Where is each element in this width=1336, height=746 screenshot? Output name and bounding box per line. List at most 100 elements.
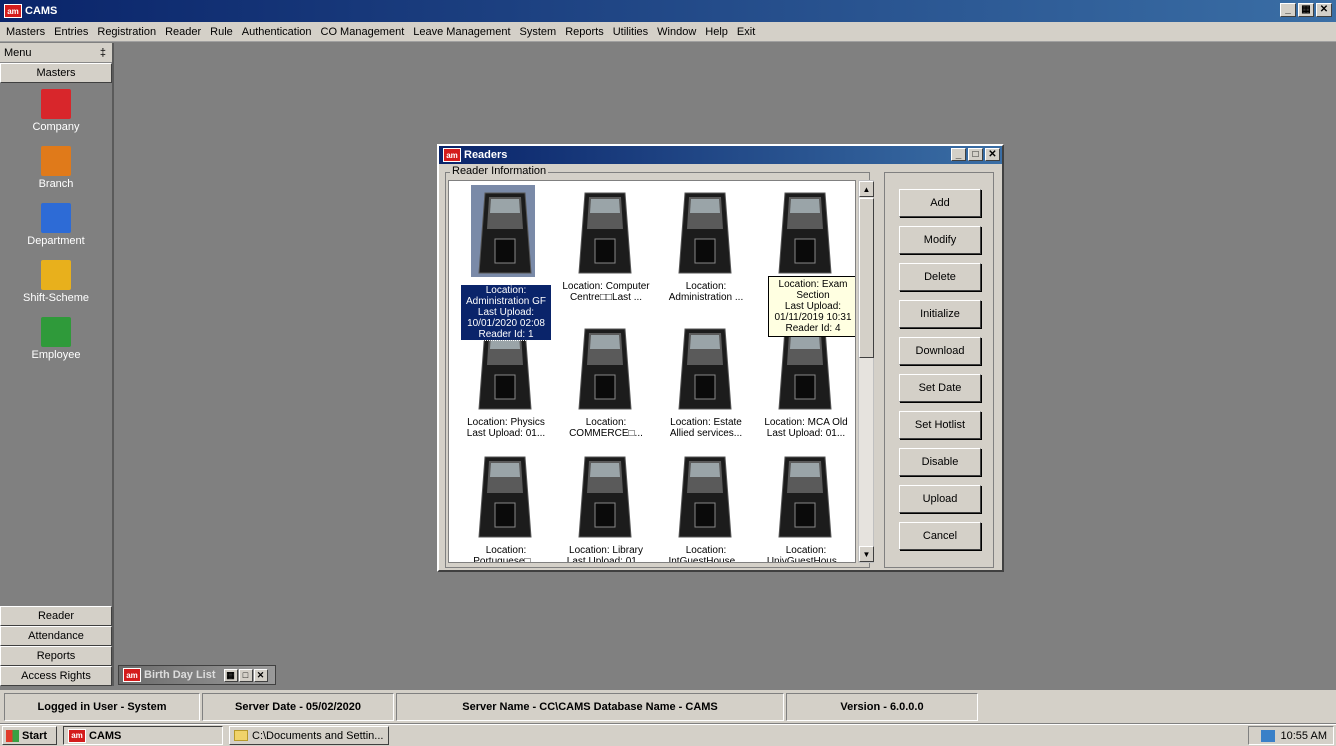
reader-caption: Location: COMMERCE□... [569,417,643,439]
reader-item[interactable]: Location: MCA Old Last Upload: 01... [757,325,855,455]
menu-item-entries[interactable]: Entries [54,26,88,38]
menu-item-system[interactable]: System [520,26,557,38]
menu-bar: Masters Entries Registration Reader Rule Auth… [0,22,1336,42]
reader-item[interactable]: Location: Library Last Upload: 01... [557,453,655,562]
biometric-reader-icon [575,189,635,277]
menu-item-reader[interactable]: Reader [165,26,201,38]
reader-item[interactable]: Location: COMMERCE□... [557,325,655,455]
menu-item-rule[interactable]: Rule [210,26,233,38]
folder-icon [234,730,248,741]
system-tray: 10:55 AM [1248,726,1334,745]
reader-caption: Location: Computer Centre□□Last ... [562,281,650,303]
reader-item[interactable]: Location: Computer Centre□□Last ... [557,189,655,319]
download-button[interactable]: Download [899,337,981,365]
reader-caption: Location: Administration ... [668,281,744,303]
readers-title: Readers [464,149,508,161]
reader-item[interactable]: Location: IntGuestHouse... [657,453,755,563]
close-button[interactable]: ✕ [1316,3,1332,17]
birthday-title: Birth Day List [144,669,216,681]
start-button[interactable]: Start [2,726,57,745]
menu-item-help[interactable]: Help [705,26,728,38]
sidebar-tab-access-rights[interactable]: Access Rights [0,666,112,686]
reader-list-scrollbar[interactable]: ▲ ▼ [858,180,874,563]
scroll-thumb[interactable] [859,198,874,358]
readers-maximize-button[interactable]: □ [968,148,983,161]
reader-caption: Location: Physics Last Upload: 01... [466,417,546,439]
app-titlebar: am CAMS _ ▦ ✕ [0,0,1336,22]
reader-caption: Location: Estate Allied services... [669,417,743,439]
minimize-button[interactable]: _ [1280,3,1296,17]
reader-tooltip: Location: Exam Section Last Upload: 01/1… [768,276,855,337]
set-hotlist-button[interactable]: Set Hotlist [899,411,981,439]
readers-minimize-button[interactable]: _ [951,148,966,161]
status-bar: Logged in User - System Server Date - 05… [0,690,1336,723]
birthday-list-window[interactable]: am Birth Day List ▦ □ ✕ [118,665,276,685]
birthday-restore-button[interactable]: ▦ [223,668,238,682]
sidebar-item-shift-scheme[interactable]: Shift-Scheme [0,260,112,317]
sidebar-item-company[interactable]: Company [0,89,112,146]
menu-item-leave-management[interactable]: Leave Management [413,26,510,38]
reader-item[interactable]: Location: Administration GF Last Upload:… [457,185,555,341]
reader-caption: Location: MCA Old Last Upload: 01... [764,417,848,439]
sidebar-tab-attendance[interactable]: Attendance [0,626,112,646]
menu-item-registration[interactable]: Registration [97,26,156,38]
sidebar-item-label: Shift-Scheme [22,292,90,304]
sidebar-tab-reports[interactable]: Reports [0,646,112,666]
reader-item[interactable]: Location: UnivGuestHous... [757,453,855,563]
network-icon[interactable] [1260,729,1275,742]
pin-icon[interactable]: ‡ [100,47,106,59]
menu-item-authentication[interactable]: Authentication [242,26,312,38]
readers-titlebar[interactable]: am Readers _ □ ✕ [439,146,1002,164]
readers-logo-icon: am [443,148,461,162]
menu-item-window[interactable]: Window [657,26,696,38]
sidebar-item-label: Department [27,235,85,247]
reader-caption: Location: UnivGuestHous... [766,545,846,563]
reader-item[interactable]: Location: Portuguese□... [457,453,555,562]
sidebar-item-department[interactable]: Department [0,203,112,260]
clock: 10:55 AM [1280,729,1327,742]
biometric-reader-icon [475,189,535,277]
menu-item-masters[interactable]: Masters [6,26,45,38]
delete-button[interactable]: Delete [899,263,981,291]
reader-item[interactable]: Location: Administration ... [657,189,755,319]
disable-button[interactable]: Disable [899,448,981,476]
menu-item-utilities[interactable]: Utilities [613,26,648,38]
status-server-date: Server Date - 05/02/2020 [202,692,394,721]
sidebar-header-label: Menu [4,46,32,59]
app-title: CAMS [25,5,58,17]
menu-item-reports[interactable]: Reports [565,26,604,38]
status-user: Logged in User - System [4,692,200,721]
set-date-button[interactable]: Set Date [899,374,981,402]
task-explorer[interactable]: C:\Documents and Settin... [229,726,389,745]
sidebar-item-label: Employee [31,349,81,361]
biometric-reader-icon [475,453,535,541]
biometric-reader-icon [775,453,835,541]
reader-caption: Location: IntGuestHouse... [668,545,744,563]
sidebar-item-branch[interactable]: Branch [0,146,112,203]
reader-caption: Location: Administration GF Last Upload:… [460,284,552,341]
task-cams[interactable]: am CAMS [63,726,223,745]
menu-item-exit[interactable]: Exit [737,26,755,38]
readers-window: am Readers _ □ ✕ Reader Information Loca… [437,144,1004,572]
reader-item[interactable]: Location: Estate Allied services... [657,325,755,455]
upload-button[interactable]: Upload [899,485,981,513]
reader-list[interactable]: Location: UnivGuestHous... Location: IntG… [448,180,856,563]
sidebar-tab-reader[interactable]: Reader [0,606,112,626]
menu-item-co-management[interactable]: CO Management [321,26,405,38]
biometric-reader-icon [775,325,835,413]
initialize-button[interactable]: Initialize [899,300,981,328]
readers-close-button[interactable]: ✕ [985,148,1000,161]
birthday-maximize-button[interactable]: □ [238,668,253,682]
taskbar: Start am CAMS C:\Documents and Settin...… [0,724,1336,746]
sidebar-item-employee[interactable]: Employee [0,317,112,374]
cancel-button[interactable]: Cancel [899,522,981,550]
maximize-button[interactable]: ▦ [1298,3,1314,17]
modify-button[interactable]: Modify [899,226,981,254]
scroll-down-icon[interactable]: ▼ [859,546,874,562]
reader-item[interactable]: Location: Physics Last Upload: 01... [457,325,555,455]
birthday-close-button[interactable]: ✕ [253,668,268,682]
task-cams-icon: am [68,728,86,743]
scroll-up-icon[interactable]: ▲ [859,181,874,197]
add-button[interactable]: Add [899,189,981,217]
sidebar-tab-masters[interactable]: Masters [0,63,112,83]
